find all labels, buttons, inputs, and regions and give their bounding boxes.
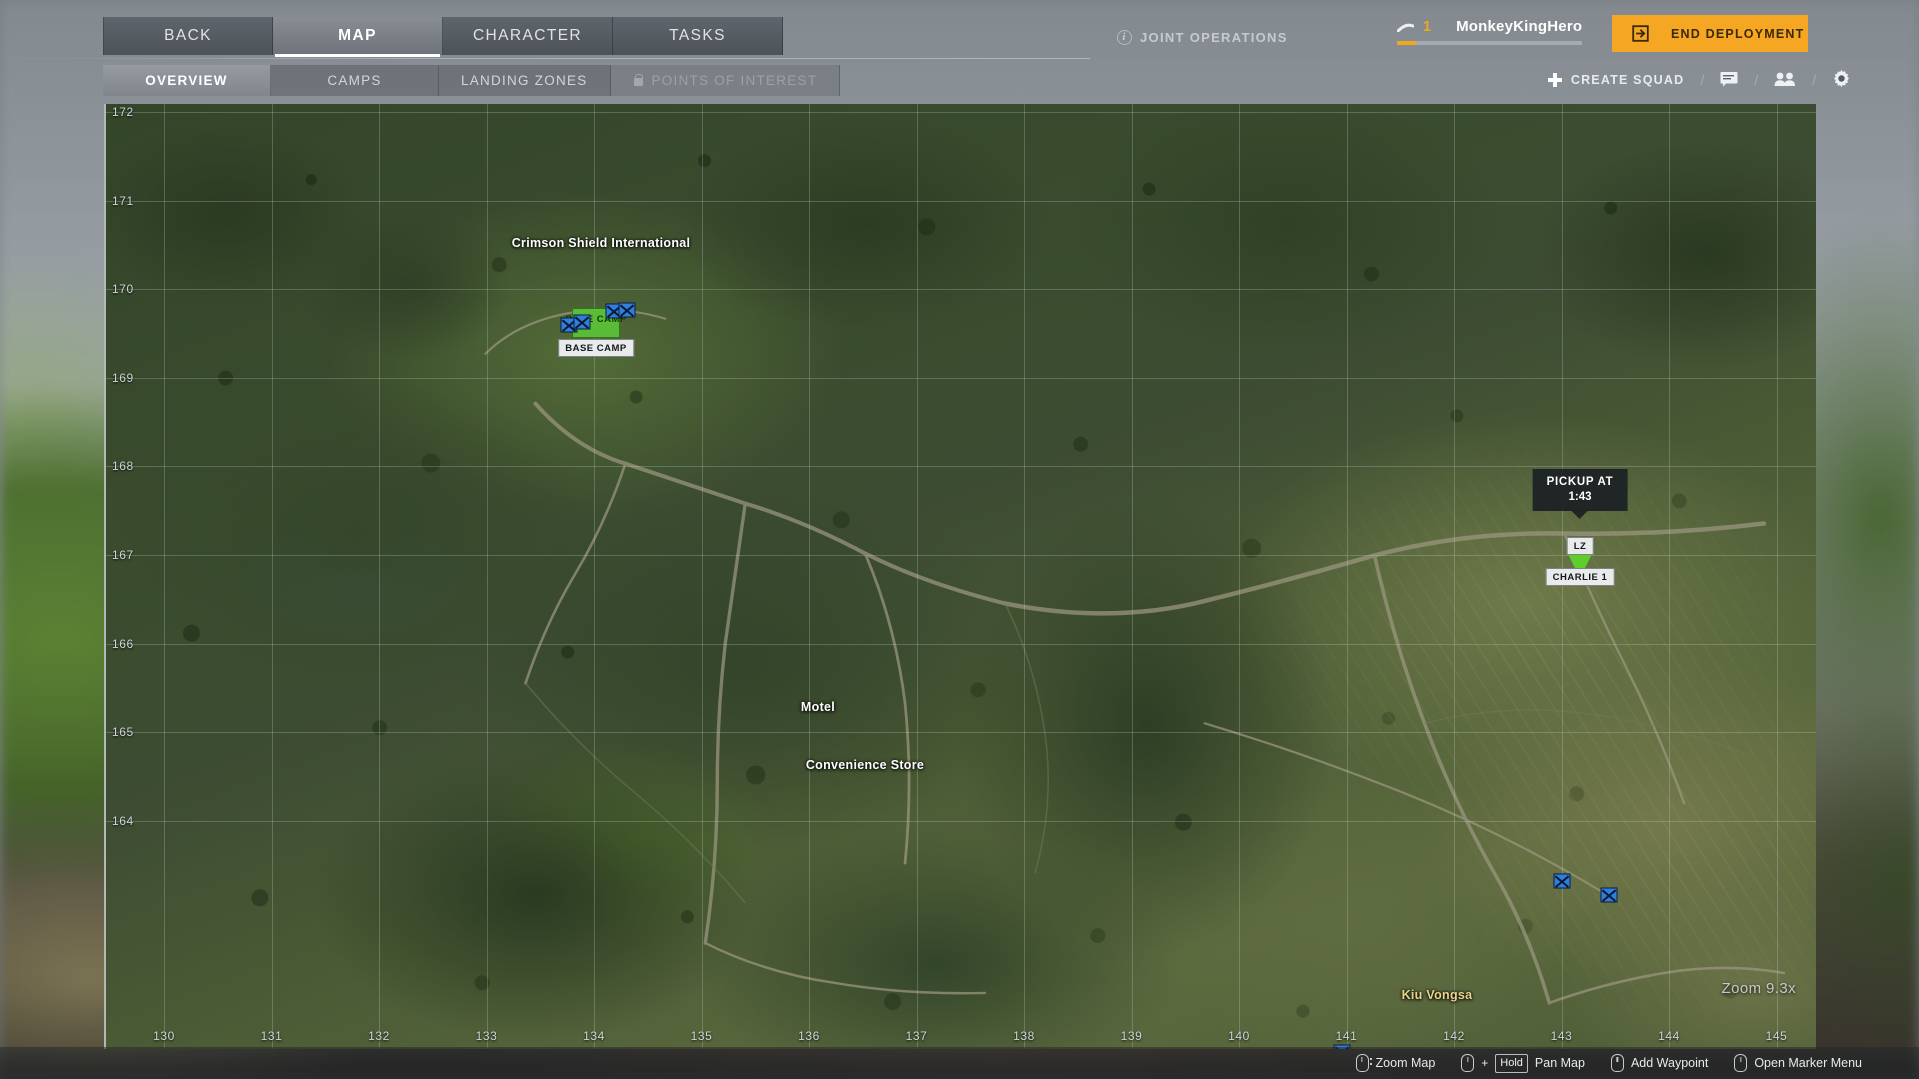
- grid-label-x: 144: [1658, 1029, 1680, 1043]
- plus-icon: [1547, 73, 1562, 87]
- grid-label-x: 142: [1443, 1029, 1465, 1043]
- xp-progress-track: [1397, 41, 1582, 45]
- header-action-row: CREATE SQUAD / / /: [1534, 66, 1865, 94]
- pickup-title: PICKUP AT: [1546, 476, 1614, 488]
- control-hint-label: Add Waypoint: [1630, 1056, 1709, 1070]
- grid-label-x: 138: [1013, 1029, 1035, 1043]
- nav-tab-tasks[interactable]: TASKS: [613, 17, 783, 55]
- gear-icon: [1832, 69, 1851, 91]
- control-hint-label: Zoom Map: [1375, 1056, 1436, 1070]
- rank-chevron-icon: [1397, 22, 1414, 32]
- control-hint: Zoom Map: [1343, 1054, 1449, 1072]
- subnav-tab-landing-zones[interactable]: LANDING ZONES: [439, 65, 611, 96]
- subnav-tab-overview[interactable]: OVERVIEW: [103, 65, 271, 96]
- control-hint: Open Marker Menu: [1721, 1054, 1875, 1072]
- grid-label-x: 131: [260, 1029, 283, 1043]
- action-separator: /: [1700, 72, 1705, 88]
- grid-label-y: 165: [112, 725, 134, 740]
- control-hint-label: Pan Map: [1534, 1056, 1585, 1070]
- map-label-crimson-shield-international[interactable]: Crimson Shield International: [512, 236, 691, 250]
- action-separator: /: [1812, 72, 1816, 88]
- landing-zone-name[interactable]: CHARLIE 1: [1545, 568, 1615, 586]
- subnav-tab-label: CAMPS: [327, 73, 382, 88]
- subnav-tab-camps[interactable]: CAMPS: [271, 65, 439, 96]
- control-hints-bar: Zoom Map + Hold Pan Map Add Waypoint Open Mar…: [0, 1047, 1919, 1079]
- lock-icon: [633, 74, 644, 87]
- top-bar: BACK MAP CHARACTER TASKS OVERVIEW CAMPS LANDI…: [0, 0, 1919, 96]
- grid-label-x: 141: [1335, 1029, 1358, 1043]
- base-camp-label-chip[interactable]: BASE CAMP: [558, 339, 634, 357]
- grid-label-x: 134: [583, 1029, 605, 1043]
- zoom-level-readout: Zoom 9.3x: [1721, 980, 1796, 997]
- grid-label-y: 167: [112, 548, 134, 562]
- people-icon: [1774, 71, 1796, 90]
- subnav-tab-label: OVERVIEW: [145, 73, 228, 88]
- unit-marker-infantry[interactable]: [573, 314, 591, 330]
- modifier-key: Hold: [1495, 1053, 1528, 1073]
- grid-label-x: 136: [798, 1029, 820, 1043]
- squad-members-button[interactable]: [1760, 71, 1810, 90]
- player-info[interactable]: 1 MonkeyKingHero: [1397, 18, 1582, 45]
- joint-operations-label[interactable]: i JOINT OPERATIONS: [1117, 25, 1288, 49]
- map-label-convenience-store[interactable]: Convenience Store: [806, 758, 924, 772]
- joint-operations-text: JOINT OPERATIONS: [1140, 29, 1288, 45]
- grid-label-y: 164: [112, 813, 134, 828]
- map-label-motel[interactable]: Motel: [801, 700, 835, 714]
- grid-label-x: 143: [1550, 1029, 1573, 1043]
- grid-label-y: 170: [112, 282, 134, 297]
- create-squad-button[interactable]: CREATE SQUAD: [1534, 73, 1698, 87]
- mouse-scroll-icon: [1355, 1054, 1372, 1072]
- sub-nav-tabs: OVERVIEW CAMPS LANDING ZONES POINTS OF INTE…: [103, 65, 841, 96]
- grid-label-x: 133: [475, 1029, 498, 1043]
- mouse-icon: [1610, 1054, 1624, 1072]
- grid-label-y: 166: [112, 636, 134, 651]
- pickup-timer-tooltip: PICKUP AT 1:43: [1532, 469, 1628, 511]
- unit-marker-infantry[interactable]: [618, 302, 636, 318]
- mouse-icon: [1461, 1054, 1475, 1072]
- player-line: 1 MonkeyKingHero: [1397, 18, 1582, 35]
- subnav-tab-label: POINTS OF INTEREST: [651, 73, 818, 88]
- grid-label-x: 139: [1120, 1029, 1143, 1043]
- player-level: 1: [1423, 18, 1432, 35]
- pickup-time: 1:43: [1568, 491, 1592, 503]
- header-divider-rule: [0, 58, 1090, 59]
- main-nav-tabs: BACK MAP CHARACTER TASKS: [103, 17, 783, 57]
- grid-label-x: 130: [153, 1029, 175, 1043]
- end-deployment-button[interactable]: END DEPLOYMENT: [1612, 15, 1808, 52]
- control-hint-label: Open Marker Menu: [1754, 1056, 1862, 1070]
- control-hint: + Hold Pan Map: [1448, 1053, 1598, 1073]
- grid-label-y: 169: [112, 370, 134, 385]
- plus-separator: +: [1481, 1056, 1489, 1070]
- mouse-icon: [1734, 1054, 1748, 1072]
- settings-button[interactable]: [1818, 69, 1865, 91]
- landing-zone-tag[interactable]: LZ: [1566, 537, 1594, 555]
- grid-label-y: 168: [112, 459, 134, 474]
- grid-label-x: 132: [368, 1029, 390, 1043]
- xp-progress-fill: [1397, 41, 1416, 45]
- map-label-kiu-vongsa[interactable]: Kiu Vongsa: [1402, 988, 1473, 1002]
- grid-label-y: 171: [112, 193, 134, 208]
- grid-label-x: 135: [690, 1029, 713, 1043]
- chat-button[interactable]: [1706, 71, 1752, 90]
- nav-tab-character[interactable]: CHARACTER: [443, 17, 613, 55]
- unit-marker-infantry[interactable]: [1600, 887, 1618, 903]
- unit-marker-infantry[interactable]: [1553, 873, 1571, 889]
- subnav-tab-points-of-interest: POINTS OF INTEREST: [610, 65, 841, 96]
- chat-icon: [1720, 71, 1738, 90]
- exit-door-icon: [1632, 25, 1649, 42]
- grid-label-x: 137: [905, 1029, 928, 1043]
- grid-label-y: 172: [112, 105, 134, 119]
- grid-label-x: 140: [1228, 1029, 1250, 1043]
- subnav-tab-label: LANDING ZONES: [461, 73, 588, 88]
- nav-tab-back[interactable]: BACK: [103, 17, 273, 55]
- info-icon: i: [1117, 29, 1132, 45]
- action-separator: /: [1754, 72, 1759, 88]
- nav-tab-map[interactable]: MAP: [273, 17, 443, 57]
- create-squad-label: CREATE SQUAD: [1570, 73, 1685, 87]
- grid-label-x: 145: [1765, 1029, 1788, 1043]
- map-panel[interactable]: 172 171 170 169 168 167 166 165 164 130 131 132 133 1…: [104, 104, 1816, 1049]
- end-deployment-label: END DEPLOYMENT: [1671, 26, 1805, 41]
- control-hint: Add Waypoint: [1598, 1054, 1721, 1072]
- player-name: MonkeyKingHero: [1456, 18, 1583, 35]
